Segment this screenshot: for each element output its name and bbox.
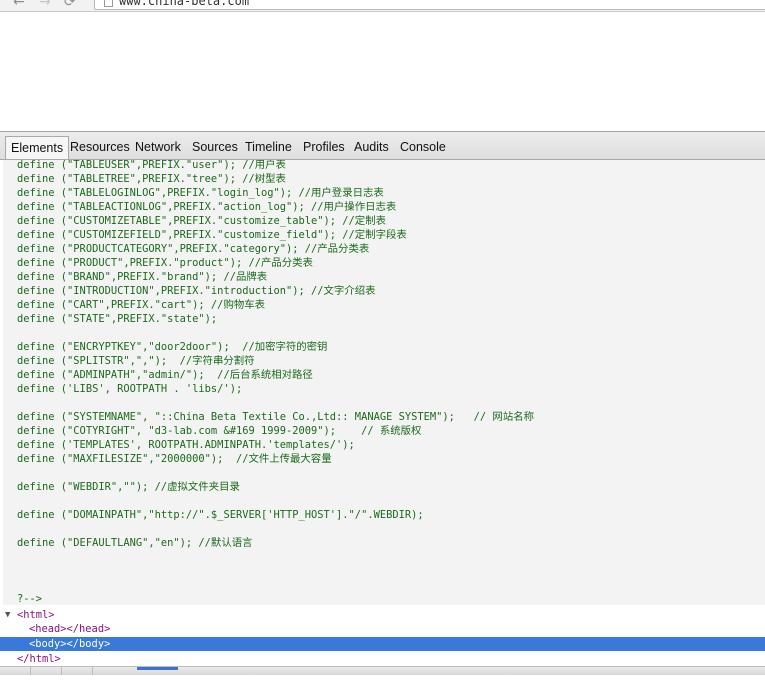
forward-arrow-icon[interactable]: → — [39, 0, 51, 10]
page-viewport — [0, 12, 765, 131]
tab-audits[interactable]: Audits — [354, 137, 389, 158]
address-bar[interactable]: www.china-beta.com — [94, 0, 765, 10]
code-line: define ("INTRODUCTION",PREFIX."introduct… — [17, 285, 376, 297]
code-line: define ("DEFAULTLANG","en"); //默认语言 — [17, 537, 253, 549]
dom-node-html-close[interactable]: </html> — [0, 652, 765, 666]
code-line: define ("SPLITSTR",","); //字符串分割符 — [17, 355, 255, 367]
code-line: define ("COTYRIGHT", "d3-lab.com &#169 1… — [17, 425, 422, 437]
browser-toolbar: ← → ⟳ www.china-beta.com — [0, 0, 765, 12]
devtools-panel: Elements Resources Network Sources Timel… — [0, 131, 765, 675]
code-line: define ("PRODUCTCATEGORY",PREFIX."catego… — [17, 243, 370, 255]
reload-icon[interactable]: ⟳ — [64, 0, 76, 10]
code-line: define ("PRODUCT",PREFIX."product"); //产… — [17, 257, 313, 269]
code-line: define ("CART",PREFIX."cart"); //购物车表 — [17, 299, 265, 311]
code-line: define ("MAXFILESIZE","2000000"); //文件上传… — [17, 453, 332, 465]
code-line: define ("DOMAINPATH","http://".$_SERVER[… — [17, 509, 424, 521]
dom-node-label: <head></head> — [29, 623, 111, 635]
tab-profiles[interactable]: Profiles — [303, 137, 345, 158]
dom-node-label: <body></body> — [29, 638, 111, 650]
code-line: ?--> — [17, 593, 43, 605]
code-line: define ("WEBDIR",""); //虚拟文件夹目录 — [17, 481, 240, 493]
status-bar-divider — [30, 667, 31, 675]
tab-console[interactable]: Console — [400, 137, 446, 158]
dom-node-label: <html> — [17, 609, 55, 621]
code-line: define ("TABLETREE",PREFIX."tree"); //树型… — [17, 173, 286, 185]
status-bar-divider — [92, 667, 93, 675]
code-line: define ("STATE",PREFIX."state"); — [17, 313, 218, 325]
dom-tree: ▼ <html> <head></head> <body></body> </h… — [0, 605, 765, 674]
devtools-status-bar — [0, 666, 765, 675]
code-line: define ("BRAND",PREFIX."brand"); //品牌表 — [17, 271, 268, 283]
source-comment-node[interactable]: define ("TABLEUSER",PREFIX."user"); //用户… — [3, 160, 765, 605]
expand-triangle-icon[interactable]: ▼ — [5, 608, 10, 622]
code-line: define ("TABLELOGINLOG",PREFIX."login_lo… — [17, 187, 384, 199]
tab-timeline[interactable]: Timeline — [245, 137, 292, 158]
code-line: define ('TEMPLATES', ROOTPATH.ADMINPATH.… — [17, 439, 355, 451]
dom-node-body-selected[interactable]: <body></body> — [0, 637, 765, 651]
code-line: define ("ADMINPATH","admin/"); //后台系统相对路… — [17, 369, 313, 381]
tab-elements[interactable]: Elements — [5, 136, 70, 159]
tab-network[interactable]: Network — [135, 137, 181, 158]
code-line: define ('LIBS', ROOTPATH . 'libs/'); — [17, 383, 243, 395]
tab-resources[interactable]: Resources — [70, 137, 130, 158]
page-icon — [104, 0, 113, 7]
code-line: define ("TABLEUSER",PREFIX."user"); //用户… — [17, 160, 286, 171]
address-bar-url[interactable]: www.china-beta.com — [119, 0, 249, 8]
dom-node-head[interactable]: <head></head> — [0, 622, 765, 636]
devtools-tab-bar: Elements Resources Network Sources Timel… — [0, 132, 765, 160]
tab-sources[interactable]: Sources — [192, 137, 238, 158]
dom-node-html[interactable]: ▼ <html> — [0, 608, 765, 622]
code-line: define ("CUSTOMIZETABLE",PREFIX."customi… — [17, 215, 386, 227]
code-line: define ("CUSTOMIZEFIELD",PREFIX."customi… — [17, 229, 407, 241]
code-line: define ("SYSTEMNAME", "::China Beta Text… — [17, 411, 534, 423]
dom-node-label: </html> — [17, 653, 61, 665]
status-bar-divider — [61, 667, 62, 675]
back-arrow-icon[interactable]: ← — [13, 0, 25, 10]
code-line: define ("TABLEACTIONLOG",PREFIX."action_… — [17, 201, 397, 213]
status-bar-active-button[interactable] — [137, 667, 178, 670]
code-line: define ("ENCRYPTKEY","door2door"); //加密字… — [17, 341, 328, 353]
